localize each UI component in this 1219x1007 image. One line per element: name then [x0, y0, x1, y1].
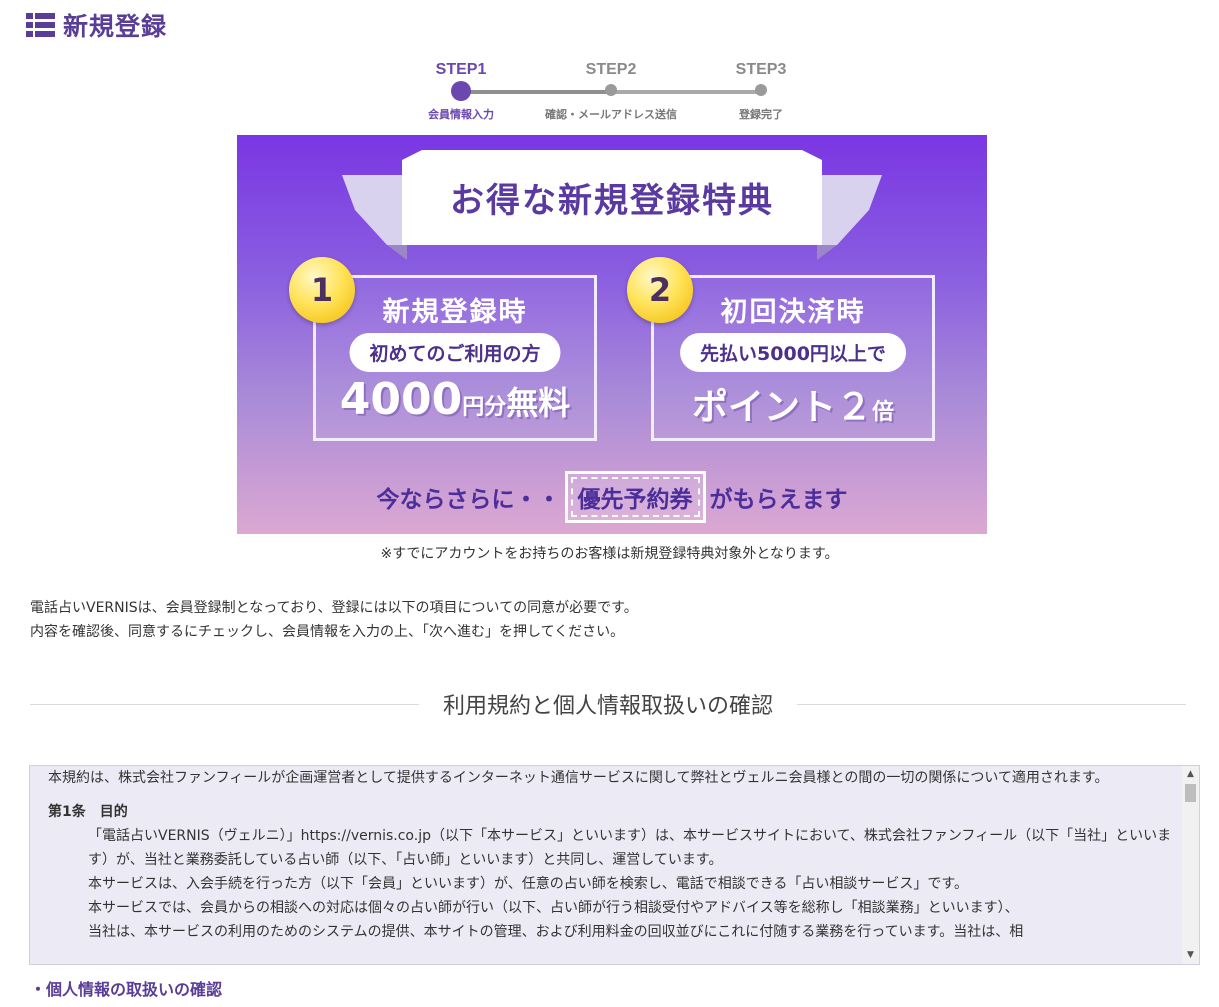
- article-paragraph: 本サービスは、入会手続を行った方（以下「会員」といいます）が、任意の占い師を検索…: [88, 876, 969, 892]
- article-paragraph: 本サービスでは、会員からの相談への対応は個々の占い師が行い（以下、占い師が行う相…: [88, 900, 1019, 916]
- benefit-number-badge-1: 1: [289, 257, 355, 323]
- benefit-condition: 先払い5000円以上で: [680, 333, 906, 372]
- step-2: STEP2 確認・メールアドレス送信: [536, 58, 686, 121]
- benefit-heading: 新規登録時: [382, 297, 528, 328]
- article-paragraph: 「電話占いVERNIS（ヴェルニ）」https://vernis.co.jp（以…: [88, 828, 1172, 868]
- step-label: STEP1: [435, 61, 487, 78]
- benefit-value: 4000円分無料: [316, 374, 594, 425]
- section-heading: 利用規約と個人情報取扱いの確認: [30, 688, 1187, 720]
- step-connector: [461, 90, 611, 94]
- article-title: 第1条 目的: [48, 804, 128, 820]
- benefit-points: ポイント２: [691, 387, 872, 428]
- banner-note: ※すでにアカウントをお持ちのお客様は新規登録特典対象外となります。: [380, 546, 839, 562]
- privacy-policy-heading: ・個人情報の取扱いの確認: [30, 980, 223, 999]
- scroll-up-icon[interactable]: ▲: [1182, 766, 1199, 783]
- section-title: 利用規約と個人情報取扱いの確認: [443, 694, 774, 719]
- bonus-post: がもらえます: [709, 487, 848, 513]
- step-dot-active: [451, 81, 471, 101]
- step-sub-label: 確認・メールアドレス送信: [545, 108, 677, 121]
- step-label: STEP3: [735, 61, 787, 78]
- terms-intro: 本規約は、株式会社ファンフィールが企画運営者として提供するインターネット通信サー…: [48, 770, 1109, 786]
- intro-text: 電話占いVERNISは、会員登録制となっており、登録には以下の項目についての同意…: [30, 596, 638, 644]
- benefit-value: ポイント２倍: [654, 378, 932, 430]
- bonus-pre: 今ならさらに・・: [376, 487, 561, 513]
- list-icon: [26, 13, 55, 37]
- benefit-card-1: 新規登録時 初めてのご利用の方 4000円分無料: [313, 275, 597, 441]
- divider: [30, 703, 419, 705]
- step-sub-label: 会員情報入力: [428, 108, 494, 121]
- page-title: 新規登録: [63, 12, 168, 41]
- scroll-down-icon[interactable]: ▼: [1182, 947, 1199, 964]
- benefit-number-badge-2: 2: [627, 257, 693, 323]
- step-label: STEP2: [585, 61, 637, 78]
- terms-scroll-box[interactable]: 本規約は、株式会社ファンフィールが企画運営者として提供するインターネット通信サー…: [29, 765, 1200, 965]
- benefit-unit: 円分: [462, 395, 507, 420]
- step-dot: [605, 84, 617, 96]
- article-paragraph: 当社は、本サービスの利用のためのシステムの提供、本サイトの管理、および利用料金の…: [88, 924, 1024, 940]
- step-1: STEP1 会員情報入力: [386, 58, 536, 121]
- step-sub-label: 登録完了: [739, 108, 783, 121]
- scroll-thumb[interactable]: [1185, 784, 1196, 802]
- priority-ticket: 優先予約券: [564, 471, 706, 523]
- benefit-condition: 初めてのご利用の方: [349, 333, 561, 372]
- benefit-unit: 倍: [872, 400, 895, 425]
- step-dot: [755, 84, 767, 96]
- scrollbar[interactable]: ▲ ▼: [1182, 766, 1199, 964]
- registration-stepper: STEP1 会員情報入力 STEP2 確認・メールアドレス送信 STEP3 登録…: [412, 58, 812, 128]
- benefit-amount: 4000: [339, 374, 463, 425]
- benefit-free: 無料: [506, 384, 571, 422]
- intro-line: 電話占いVERNISは、会員登録制となっており、登録には以下の項目についての同意…: [30, 600, 638, 616]
- step-connector: [611, 90, 761, 94]
- intro-line: 内容を確認後、同意するにチェックし、会員情報を入力の上、「次へ進む」を押してくだ…: [30, 624, 625, 640]
- divider: [797, 703, 1187, 705]
- benefit-card-2: 初回決済時 先払い5000円以上で ポイント２倍: [651, 275, 935, 441]
- page-header: 新規登録: [26, 8, 167, 42]
- terms-content: 本規約は、株式会社ファンフィールが企画運営者として提供するインターネット通信サー…: [48, 766, 1178, 944]
- registration-benefit-banner: お得な新規登録特典 新規登録時 初めてのご利用の方 4000円分無料 1 初回決…: [237, 135, 987, 534]
- banner-bonus-text: 今ならさらに・・ 優先予約券 がもらえます: [237, 471, 987, 523]
- benefit-heading: 初回決済時: [720, 297, 866, 328]
- step-3: STEP3 登録完了: [686, 58, 836, 121]
- banner-title: お得な新規登録特典: [450, 181, 774, 221]
